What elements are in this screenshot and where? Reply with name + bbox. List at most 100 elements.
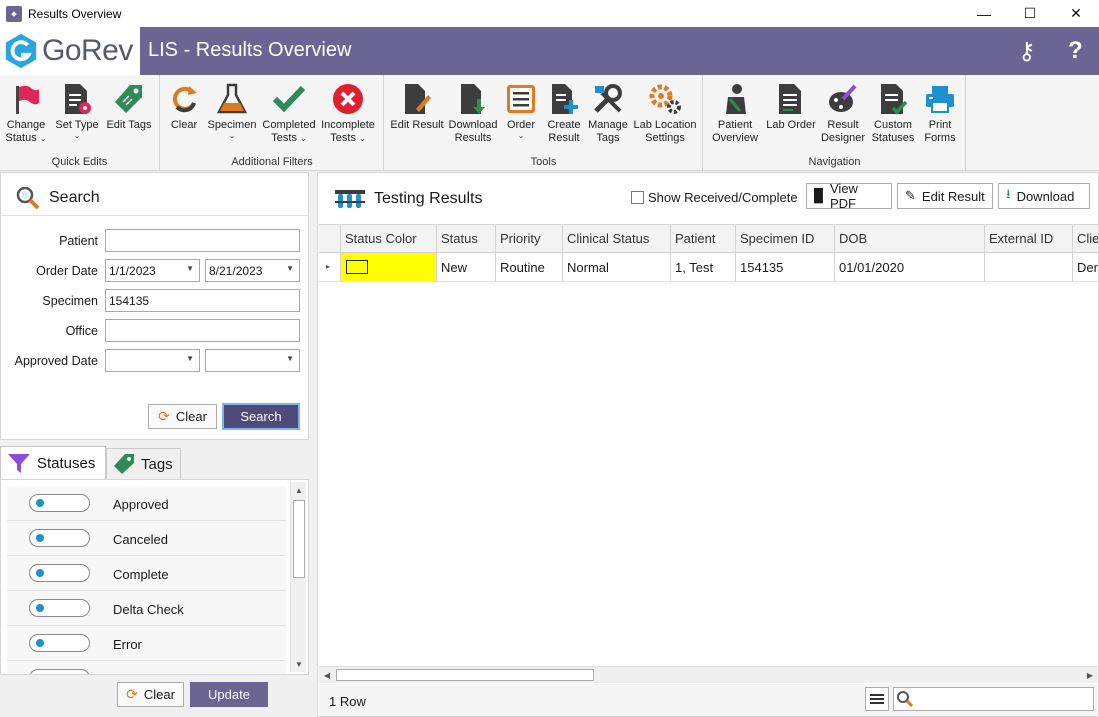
error-circle-icon (331, 81, 365, 117)
status-list-scrollbar[interactable]: ▲ ▼ (290, 482, 306, 672)
clear-filters-button[interactable]: Clear (167, 81, 201, 132)
order-button[interactable]: Order ⌄ (503, 81, 539, 140)
priority-cell: Routine (496, 253, 563, 282)
printer-icon (923, 81, 957, 117)
column-header[interactable]: Clie (1073, 225, 1098, 253)
checkmark-icon (272, 81, 306, 117)
keys-icon[interactable]: ⚷ (1018, 37, 1036, 66)
scroll-right-icon[interactable]: ▶ (1082, 667, 1098, 683)
status-label: Canceled (113, 532, 168, 547)
manage-tags-button[interactable]: Manage Tags (587, 81, 629, 145)
help-icon[interactable]: ? (1068, 37, 1083, 65)
download-button[interactable]: ⭳ Download (998, 183, 1090, 209)
approved-date-to-picker[interactable]: ▼ (205, 349, 300, 372)
office-label: Office (65, 324, 98, 338)
refresh-icon: ⟳ (126, 686, 138, 702)
patient-icon (718, 81, 752, 117)
view-pdf-button[interactable]: ▉ View PDF (806, 181, 892, 211)
page-title: LIS - Results Overview (148, 39, 352, 61)
specimen-input[interactable]: 154135 (105, 289, 300, 312)
column-menu-button[interactable] (865, 687, 889, 711)
lab-order-button[interactable]: Lab Order (764, 81, 818, 132)
tab-tags[interactable]: Tags (106, 448, 181, 479)
create-result-button[interactable]: Create Result (543, 81, 585, 145)
result-designer-button[interactable]: Result Designer (820, 81, 866, 145)
status-toggle[interactable] (29, 599, 90, 617)
order-date-from-picker[interactable]: 1/1/2023 ▼ (105, 259, 200, 282)
status-toggle[interactable] (29, 529, 90, 547)
status-toggle[interactable] (29, 494, 90, 512)
refresh-icon: ⟳ (158, 408, 170, 424)
edit-tags-button[interactable]: Edit Tags (104, 81, 154, 132)
print-forms-button[interactable]: Print Forms (920, 81, 960, 145)
list-icon (504, 81, 538, 117)
scroll-up-icon[interactable]: ▲ (291, 482, 307, 498)
column-header[interactable]: Status Color (341, 225, 437, 253)
search-icon (16, 186, 40, 210)
column-header[interactable]: Patient (671, 225, 736, 253)
show-received-checkbox[interactable]: Show Received/Complete (631, 190, 798, 205)
download-results-button[interactable]: Download Results (447, 81, 499, 145)
scrollbar-thumb[interactable] (336, 669, 594, 681)
scrollbar-thumb[interactable] (293, 500, 305, 578)
window-titlebar: ◆ Results Overview — ☐ ✕ (0, 0, 1099, 27)
patient-overview-button[interactable]: Patient Overview (710, 81, 760, 145)
specimen-row: Specimen 154135 (1, 289, 308, 313)
tab-statuses[interactable]: Statuses (0, 446, 106, 479)
edit-result-ribbon-button[interactable]: Edit Result (389, 81, 445, 132)
grid-search-input[interactable] (893, 687, 1094, 711)
divider (1, 215, 308, 216)
status-clear-button[interactable]: ⟳ Clear (117, 682, 184, 707)
document-lines-icon (774, 81, 808, 117)
grid-horizontal-scrollbar[interactable]: ◀ ▶ (319, 666, 1098, 683)
patient-input[interactable] (105, 229, 300, 252)
list-item: Complete (7, 556, 286, 591)
custom-statuses-button[interactable]: Custom Statuses (868, 81, 918, 145)
set-type-button[interactable]: Set Type ⌄ (52, 81, 102, 140)
change-status-button[interactable]: Change Status ⌄ (4, 81, 48, 145)
list-item (7, 661, 286, 674)
column-header[interactable]: Status (437, 225, 496, 253)
edit-result-button[interactable]: ✎ Edit Result (897, 183, 993, 209)
status-toggle[interactable] (29, 564, 90, 582)
maximize-button[interactable]: ☐ (1007, 0, 1053, 27)
completed-tests-button[interactable]: Completed Tests ⌄ (261, 81, 317, 145)
dob-cell: 01/01/2020 (835, 253, 985, 282)
order-date-label: Order Date (36, 264, 98, 278)
status-color-cell (341, 253, 437, 282)
funnel-icon (8, 454, 30, 473)
approved-date-from-picker[interactable]: ▼ (105, 349, 200, 372)
specimen-filter-button[interactable]: Specimen ⌄ (207, 81, 257, 140)
clinical-status-cell: Normal (563, 253, 671, 282)
specimen-id-cell: 154135 (736, 253, 835, 282)
status-list: Approved Canceled Complete Delta Check E… (0, 479, 309, 675)
column-header[interactable]: Priority (496, 225, 563, 253)
order-date-row: Order Date 1/1/2023 ▼ 8/21/2023 ▼ (1, 259, 308, 283)
incomplete-tests-button[interactable]: Incomplete Tests ⌄ (319, 81, 377, 145)
search-panel: Search Patient Order Date 1/1/2023 ▼ 8/21… (0, 172, 309, 440)
search-button[interactable]: Search (222, 403, 300, 430)
update-button[interactable]: Update (190, 682, 268, 707)
order-date-to-picker[interactable]: 8/21/2023 ▼ (205, 259, 300, 282)
column-header[interactable]: Specimen ID (736, 225, 835, 253)
status-label: Complete (113, 567, 169, 582)
column-header[interactable]: External ID (985, 225, 1073, 253)
gorev-logo-icon (5, 33, 37, 69)
specimen-label: Specimen (42, 294, 98, 308)
column-header[interactable]: Clinical Status (563, 225, 671, 253)
checkbox-box[interactable] (631, 191, 644, 204)
scroll-down-icon[interactable]: ▼ (291, 656, 307, 672)
scroll-left-icon[interactable]: ◀ (319, 667, 335, 683)
lab-location-settings-button[interactable]: Lab Location Settings (633, 81, 697, 145)
row-expand-icon[interactable]: ▸ (319, 253, 341, 282)
row-indicator-header (319, 225, 341, 253)
status-toggle[interactable] (29, 634, 90, 652)
results-title: Testing Results (334, 187, 483, 211)
column-header[interactable]: DOB (835, 225, 985, 253)
close-button[interactable]: ✕ (1053, 0, 1099, 27)
search-clear-button[interactable]: ⟳ Clear (148, 404, 217, 429)
minimize-button[interactable]: — (961, 0, 1007, 27)
office-input[interactable] (105, 319, 300, 342)
table-row[interactable]: ▸ New Routine Normal 1, Test 154135 01/0… (319, 253, 1098, 282)
refresh-icon (167, 81, 201, 117)
